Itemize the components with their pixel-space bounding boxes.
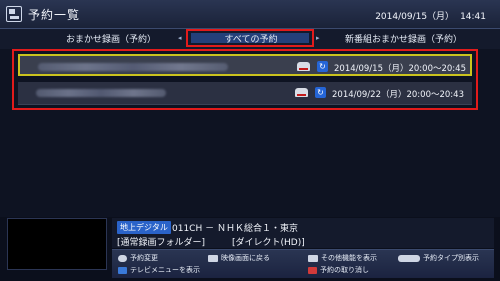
subtitle-button-icon	[308, 254, 318, 262]
tv-menu-icon	[118, 266, 127, 274]
page-title: 予約一覧	[28, 8, 81, 22]
help-menu[interactable]: テレビメニューを表示	[118, 265, 200, 275]
back-button-icon	[208, 254, 218, 262]
time-text: 14:41	[460, 12, 486, 22]
tab-new-series[interactable]: 新番組おまかせ録画（予約）	[345, 32, 462, 45]
ok-button-icon	[118, 254, 127, 262]
tab-bar: おまかせ録画（予約） ◂ すべての予約 ▸ 新番組おまかせ録画（予約）	[0, 29, 500, 49]
help-cancel[interactable]: 予約の取り消し	[308, 265, 369, 275]
tab-all[interactable]: すべての予約	[196, 32, 306, 45]
record-mode: [ダイレクト(HD)]	[232, 238, 305, 248]
help-edit[interactable]: 予約変更	[118, 253, 158, 263]
title-bar: 予約一覧 2014/09/15（月） 14:41	[0, 0, 500, 29]
right-arrow-icon: ▸	[316, 34, 320, 42]
list-highlight-frame	[12, 49, 478, 110]
channel-name: 011CH － ＮＨＫ総合１・東京	[172, 224, 298, 234]
left-arrow-icon: ◂	[178, 34, 182, 42]
red-button-icon	[308, 266, 317, 274]
broadcast-type-badge: 地上デジタル	[117, 221, 171, 234]
app-logo-icon	[6, 6, 22, 22]
video-preview	[7, 218, 107, 270]
help-other[interactable]: その他機能を表示	[308, 253, 377, 263]
help-back[interactable]: 映像画面に戻る	[208, 253, 270, 263]
help-type[interactable]: 予約タイプ別表示	[398, 253, 479, 263]
record-folder: [通常録画フォルダー]	[117, 238, 206, 248]
datetime: 2014/09/15（月） 14:41	[369, 9, 486, 22]
help-bar: 予約変更 映像画面に戻る その他機能を表示 予約タイプ別表示 テレビメニューを表…	[112, 249, 494, 278]
arrow-keys-icon	[398, 254, 420, 262]
tab-omakase[interactable]: おまかせ録画（予約）	[66, 32, 156, 45]
program-info-panel: 地上デジタル 011CH － ＮＨＫ総合１・東京 [通常録画フォルダー] [ダイ…	[112, 218, 494, 248]
date-text: 2014/09/15（月）	[375, 12, 455, 22]
